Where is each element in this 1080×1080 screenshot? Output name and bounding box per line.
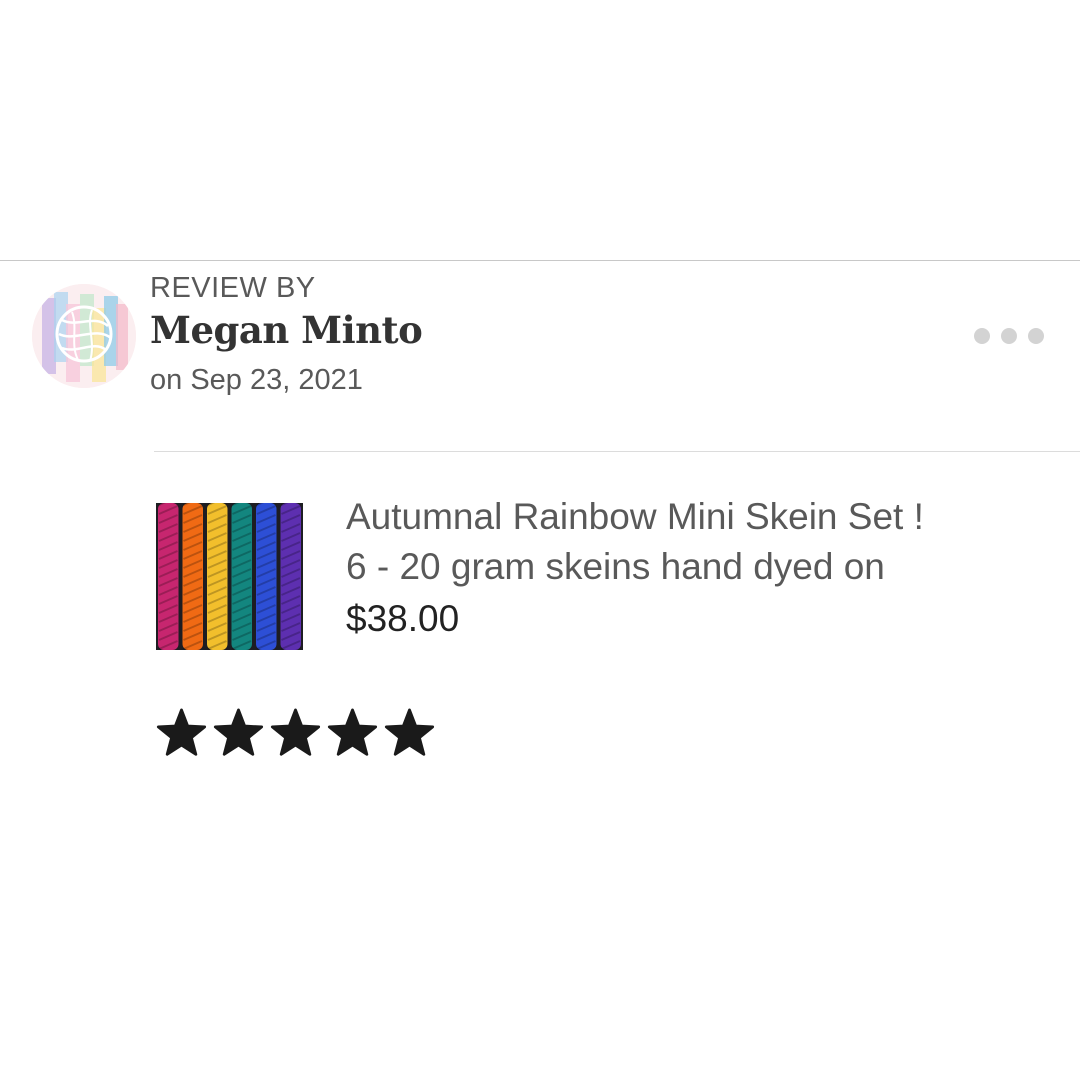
top-divider [0, 260, 1080, 261]
star-icon [212, 706, 265, 758]
star-rating [155, 706, 436, 758]
more-horizontal-icon [1001, 328, 1017, 344]
more-options-button[interactable] [974, 322, 1044, 350]
reviewer-name[interactable]: Megan Minto [150, 308, 423, 352]
product-price: $38.00 [346, 598, 460, 639]
product-thumbnail[interactable] [156, 503, 303, 650]
star-icon [383, 706, 436, 758]
star-icon [269, 706, 322, 758]
section-divider [154, 451, 1080, 452]
more-horizontal-icon [1028, 328, 1044, 344]
product-link[interactable]: Autumnal Rainbow Mini Skein Set ! 6 - 20… [156, 496, 1036, 656]
more-horizontal-icon [974, 328, 990, 344]
star-icon [326, 706, 379, 758]
reviewer-avatar[interactable] [32, 284, 136, 388]
product-title-line-1[interactable]: Autumnal Rainbow Mini Skein Set ! [346, 496, 924, 538]
star-icon [155, 706, 208, 758]
review-by-label: REVIEW BY [150, 272, 316, 304]
review-date: on Sep 23, 2021 [150, 364, 363, 396]
product-title-line-2[interactable]: 6 - 20 gram skeins hand dyed on [346, 546, 885, 588]
